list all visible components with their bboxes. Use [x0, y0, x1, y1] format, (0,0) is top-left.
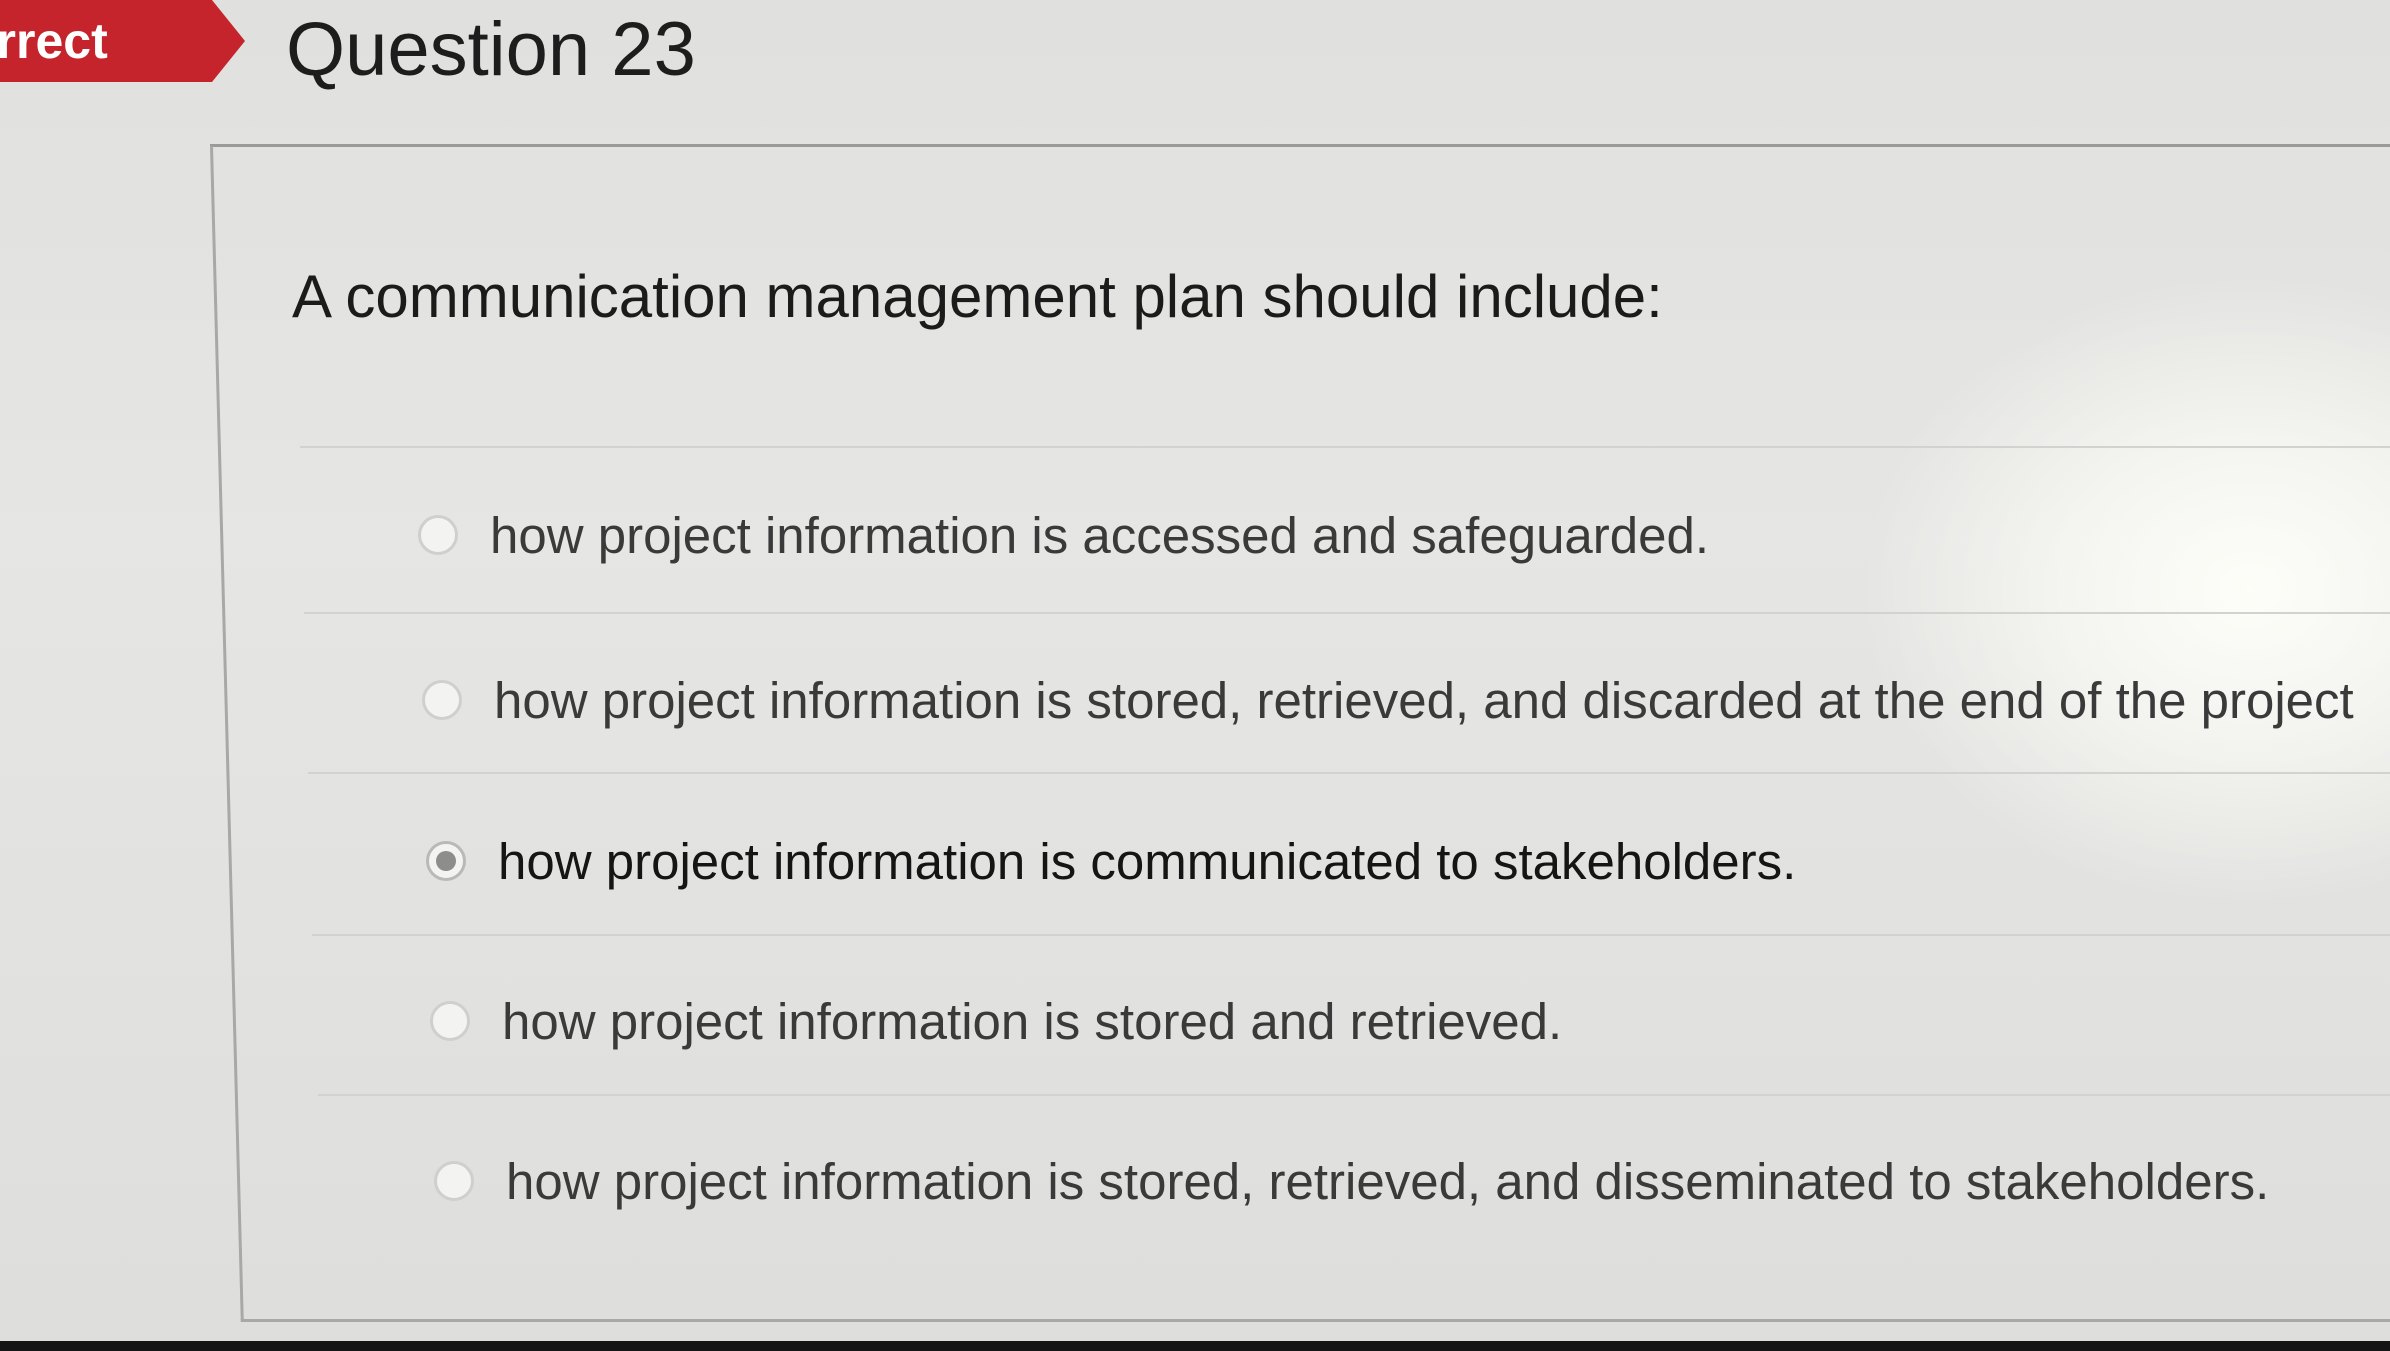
radio-button-unchecked-icon[interactable]: [430, 1001, 470, 1041]
answer-option-1[interactable]: how project information is accessed and …: [418, 490, 2390, 580]
answer-option-5[interactable]: how project information is stored, retri…: [434, 1136, 2390, 1226]
answer-divider: [308, 772, 2390, 774]
screen-bezel-edge: [0, 1341, 2390, 1351]
answer-divider: [318, 1094, 2390, 1096]
answer-label: how project information is communicated …: [498, 832, 1797, 890]
answer-label: how project information is stored, retri…: [494, 671, 2354, 729]
radio-button-unchecked-icon[interactable]: [422, 680, 462, 720]
radio-button-unchecked-icon[interactable]: [434, 1161, 474, 1201]
radio-button-unchecked-icon[interactable]: [418, 515, 458, 555]
answer-label: how project information is stored, retri…: [506, 1152, 2270, 1210]
answer-list: how project information is accessed and …: [0, 0, 2390, 1351]
answer-divider: [304, 612, 2390, 614]
radio-button-checked-icon[interactable]: [426, 841, 466, 881]
answer-label: how project information is stored and re…: [502, 992, 1563, 1050]
answer-option-2[interactable]: how project information is stored, retri…: [422, 655, 2390, 745]
answer-option-3[interactable]: how project information is communicated …: [426, 816, 2390, 906]
answer-divider: [312, 934, 2390, 936]
answer-divider: [300, 446, 2390, 448]
answer-option-4[interactable]: how project information is stored and re…: [430, 976, 2390, 1066]
answer-label: how project information is accessed and …: [490, 506, 1710, 564]
